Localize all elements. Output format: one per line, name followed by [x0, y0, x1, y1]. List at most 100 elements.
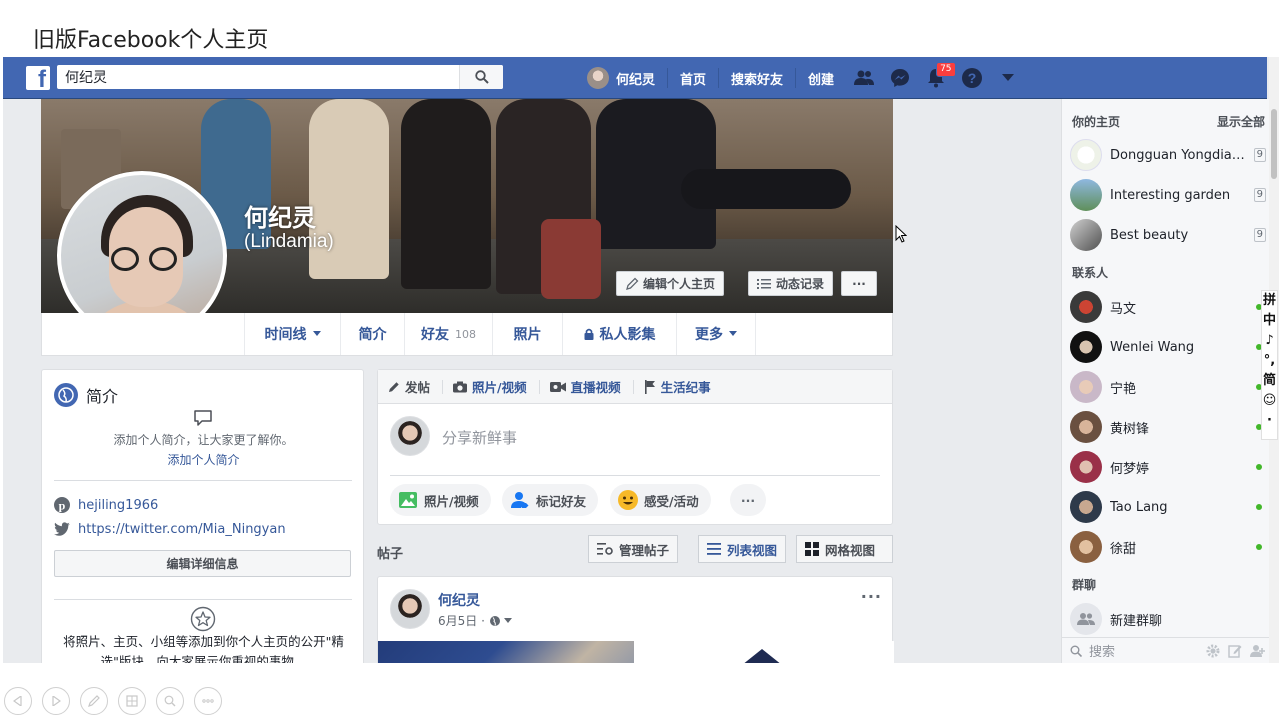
contact-item[interactable]: Tao Lang	[1070, 489, 1266, 525]
nav-find-friends-link[interactable]: 搜索好友	[719, 68, 797, 88]
contacts-title: 联系人	[1072, 266, 1109, 280]
timeline-post: 何纪灵 6月5日 · ···	[377, 576, 894, 663]
globe-icon[interactable]	[489, 615, 501, 627]
divider	[390, 475, 880, 476]
avatar[interactable]	[390, 589, 430, 629]
tag-friends-button[interactable]: 标记好友	[502, 484, 599, 516]
group-add-icon[interactable]	[1250, 644, 1266, 658]
messenger-icon[interactable]	[882, 57, 918, 99]
chat-tools	[1206, 644, 1266, 658]
gear-icon[interactable]	[1206, 644, 1220, 658]
feeling-activity-label: 感受/活动	[644, 493, 699, 509]
manage-posts-button[interactable]: 管理帖子	[588, 535, 679, 563]
slides-grid-icon[interactable]	[118, 687, 146, 715]
mouse-cursor-icon	[895, 225, 907, 243]
chat-search[interactable]: 搜索	[1062, 637, 1274, 663]
avatar	[1070, 411, 1102, 443]
contact-item[interactable]: 黄树锋	[1070, 409, 1266, 445]
ime-punctuation[interactable]: °,	[1262, 351, 1277, 371]
friends-count: 108	[455, 327, 476, 341]
caret-down-icon[interactable]	[503, 617, 512, 624]
search-button[interactable]	[459, 65, 503, 89]
tab-photos[interactable]: 照片	[492, 313, 562, 355]
ime-pinyin[interactable]: 拼	[1262, 291, 1277, 311]
sidebar-page-item[interactable]: Dongguan Yongdian... 9	[1070, 137, 1266, 173]
composer-tab-photo-video[interactable]: 照片/视频	[453, 379, 540, 395]
composer-tab-post[interactable]: 发帖	[388, 379, 444, 395]
tab-archive[interactable]: 私人影集	[562, 313, 676, 355]
contact-item[interactable]: 宁艳	[1070, 369, 1266, 405]
avatar	[1070, 491, 1102, 523]
contact-item[interactable]: Wenlei Wang	[1070, 329, 1266, 365]
activity-log-button[interactable]: 动态记录	[748, 271, 834, 296]
camera-icon	[453, 381, 468, 393]
sidebar-page-item[interactable]: Best beauty 9	[1070, 217, 1266, 253]
nav-home-link[interactable]: 首页	[668, 68, 720, 88]
previous-slide-icon[interactable]	[4, 687, 32, 715]
new-group-button[interactable]: 新建群聊	[1070, 601, 1266, 637]
ime-emoji-icon[interactable]: ☺	[1262, 391, 1277, 411]
help-icon[interactable]: ?	[954, 57, 990, 99]
feeling-activity-button[interactable]: 感受/活动	[610, 484, 711, 516]
tab-more[interactable]: 更多	[676, 313, 756, 355]
avatar	[1070, 371, 1102, 403]
nav-create-link[interactable]: 创建	[796, 68, 846, 88]
contact-name: 徐甜	[1110, 541, 1137, 557]
composer-tab-live-video[interactable]: 直播视频	[549, 379, 634, 395]
zoom-icon[interactable]	[156, 687, 184, 715]
contact-item[interactable]: 马文	[1070, 289, 1266, 325]
post-meta: 6月5日 ·	[438, 612, 512, 629]
post-options-button[interactable]: ···	[861, 587, 882, 606]
post-author[interactable]: 何纪灵	[438, 590, 480, 610]
scrollbar-thumb[interactable]	[1271, 109, 1277, 179]
sidebar-page-item[interactable]: Interesting garden 9	[1070, 177, 1266, 213]
contact-item[interactable]: 何梦婷	[1070, 449, 1266, 485]
add-bio-link[interactable]: 添加个人简介	[42, 450, 365, 470]
facebook-logo-icon[interactable]: f	[26, 66, 50, 90]
tab-friends[interactable]: 好友 108	[404, 313, 492, 355]
edit-details-button[interactable]: 编辑详细信息	[54, 550, 351, 577]
twitter-link[interactable]: https://twitter.com/Mia_Ningyan	[54, 521, 286, 537]
show-all-link[interactable]: 显示全部	[1217, 113, 1265, 130]
pinterest-link[interactable]: p hejiling1966	[54, 497, 158, 513]
post-date[interactable]: 6月5日 ·	[438, 612, 485, 629]
photo-video-button[interactable]: 照片/视频	[390, 484, 491, 516]
pinterest-icon: p	[54, 497, 70, 513]
profile-more-button[interactable]: ···	[841, 271, 877, 296]
more-options-icon[interactable]	[194, 687, 222, 715]
contact-name: 黄树锋	[1110, 421, 1150, 437]
post-photo[interactable]	[378, 641, 634, 663]
account-menu-chevron-icon[interactable]	[990, 57, 1026, 99]
group-icon	[1070, 603, 1102, 635]
friend-requests-icon[interactable]	[846, 57, 882, 99]
profile-name[interactable]: 何纪灵	[244, 198, 316, 233]
ime-more[interactable]: ·	[1262, 411, 1277, 431]
page-name: Interesting garden	[1110, 187, 1231, 203]
contact-item[interactable]: 徐甜	[1070, 529, 1266, 565]
list-icon	[757, 278, 771, 289]
grid-view-icon	[805, 542, 819, 556]
input-method-toolbar[interactable]: 拼 中 ♪ °, 简 ☺ ·	[1261, 290, 1278, 440]
search-box[interactable]	[57, 65, 503, 89]
notifications-icon[interactable]: 75	[918, 57, 956, 99]
search-input[interactable]	[57, 65, 457, 89]
list-view-button[interactable]: 列表视图	[698, 535, 787, 563]
edit-profile-button[interactable]: 编辑个人主页	[616, 271, 725, 296]
composer-more-button[interactable]: ···	[730, 484, 766, 516]
composer-input[interactable]: 分享新鲜事	[442, 427, 517, 448]
nav-profile-link[interactable]: 何纪灵	[587, 67, 669, 89]
intro-card: 简介 添加个人简介，让大家更了解你。 添加个人简介 p hejiling1966…	[41, 369, 364, 663]
ime-simplified[interactable]: 简	[1262, 371, 1277, 391]
compose-icon[interactable]	[1228, 644, 1242, 658]
post-photo[interactable]	[638, 641, 894, 663]
composer-tab-life-event[interactable]: 生活纪事	[644, 379, 723, 395]
ime-moon-icon[interactable]: ♪	[1262, 331, 1277, 351]
tab-timeline[interactable]: 时间线	[244, 313, 340, 355]
caret-down-icon	[729, 331, 737, 336]
next-slide-icon[interactable]	[42, 687, 70, 715]
contact-name: 何梦婷	[1110, 461, 1150, 477]
tab-about[interactable]: 简介	[340, 313, 404, 355]
ime-chinese[interactable]: 中	[1262, 311, 1277, 331]
grid-view-button[interactable]: 网格视图	[796, 535, 893, 563]
pen-icon[interactable]	[80, 687, 108, 715]
